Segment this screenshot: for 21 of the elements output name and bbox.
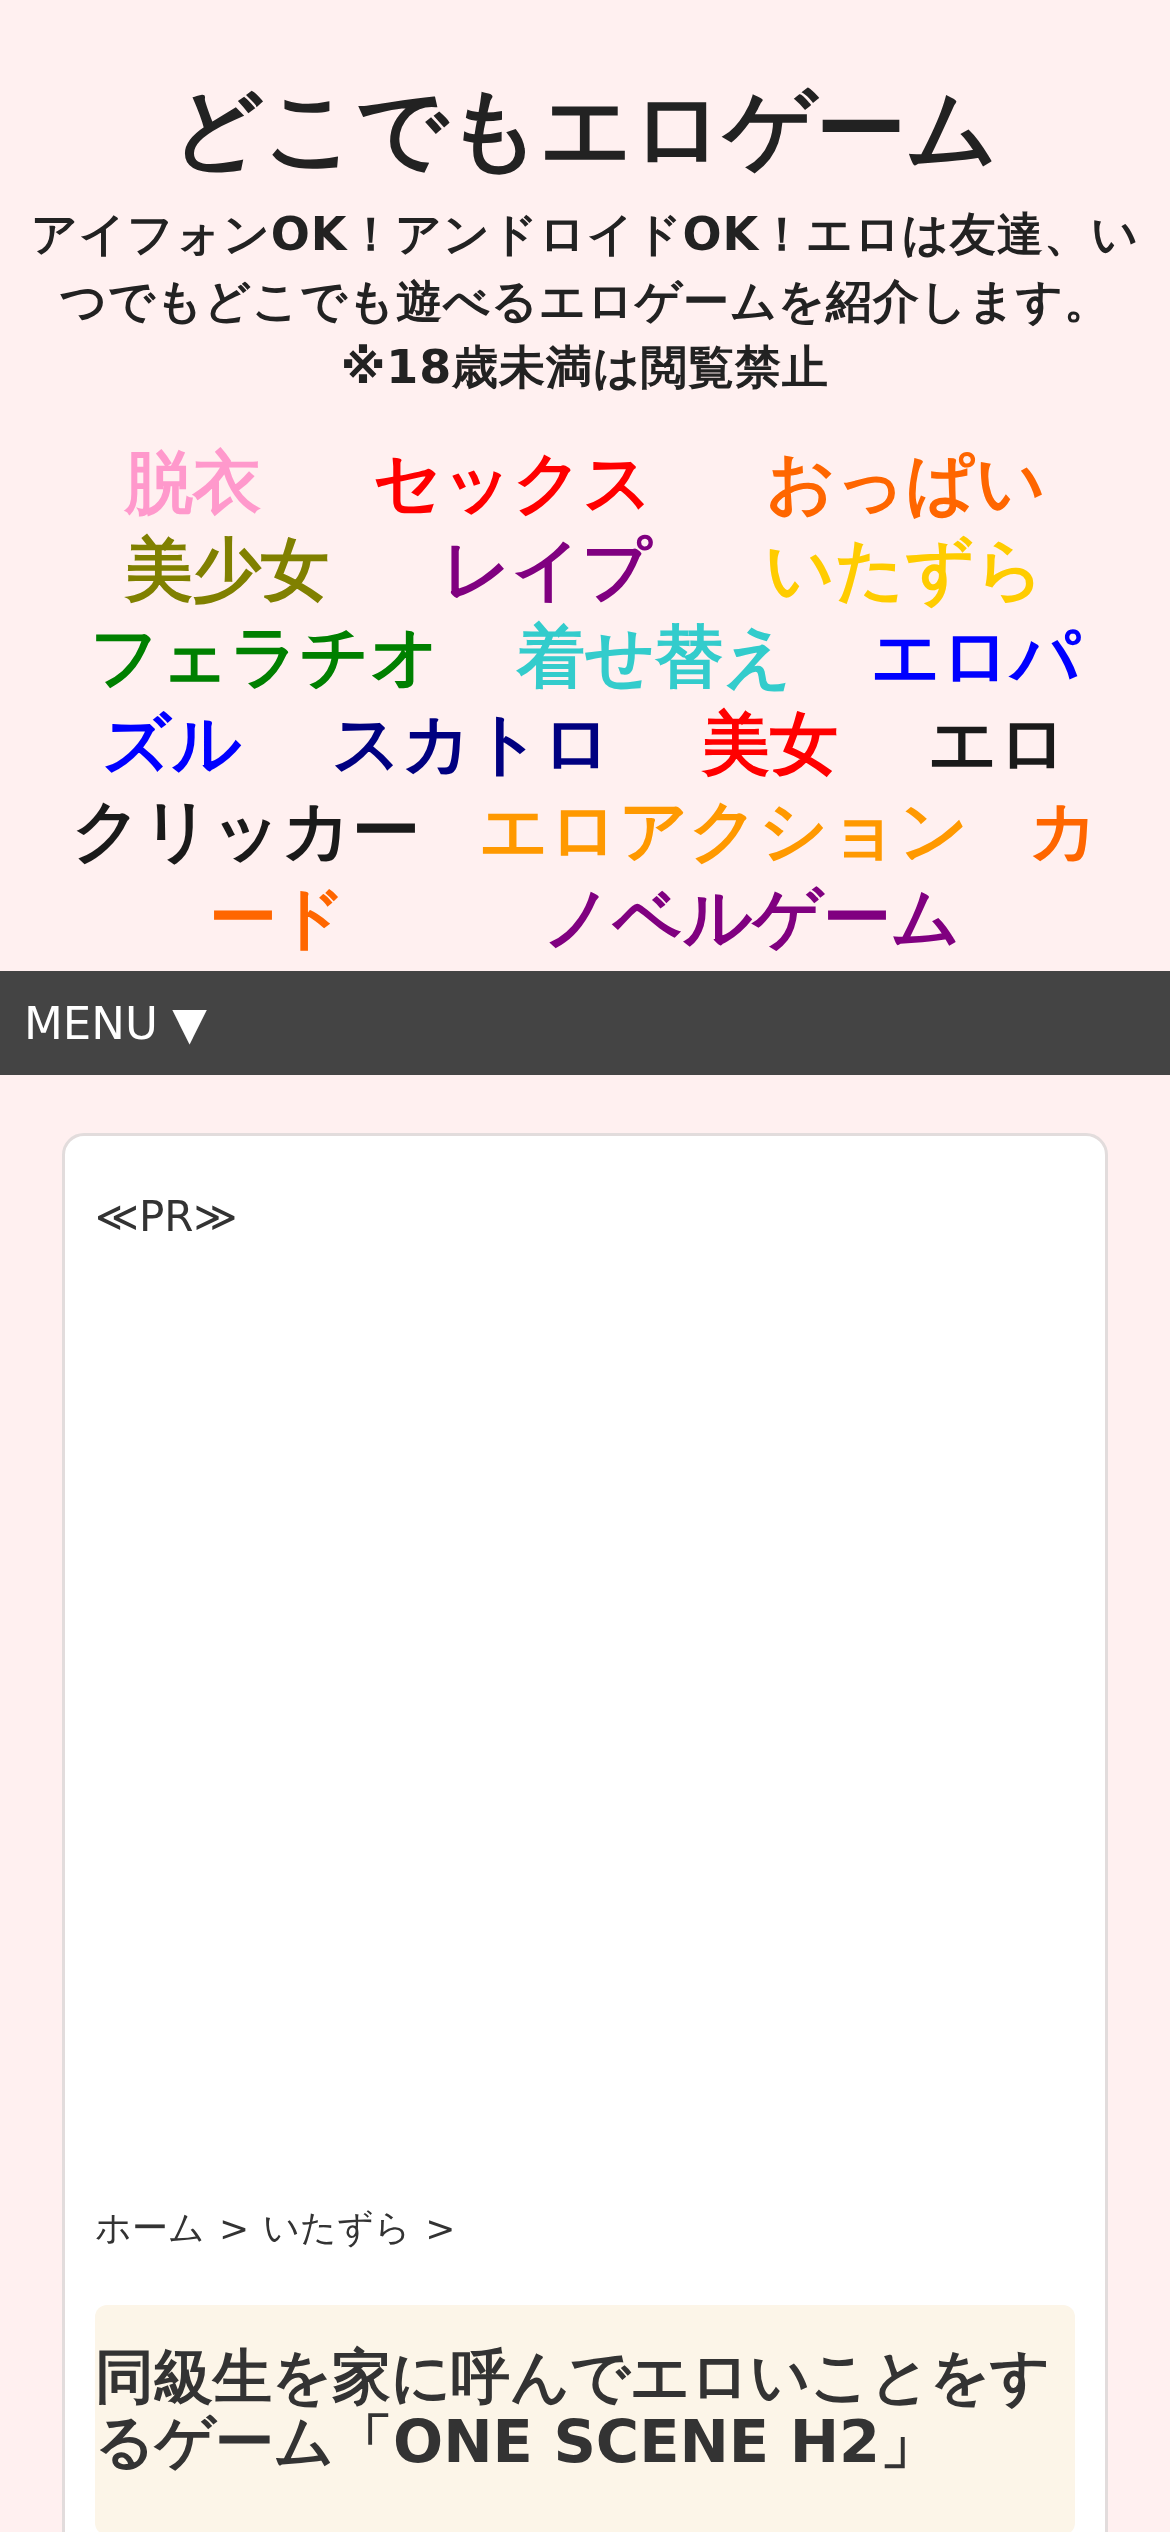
category-tag[interactable]: セックス — [373, 439, 653, 527]
category-tag[interactable]: クリッカー — [71, 787, 420, 875]
breadcrumb-separator: > — [425, 2208, 456, 2250]
category-tag[interactable]: 美少女 — [125, 526, 329, 614]
menu-label[interactable]: MENU ▼ — [24, 996, 207, 1050]
pr-label: ≪PR≫ — [95, 1192, 238, 1242]
site-tagline: アイフォンOK！アンドロイドOK！エロは友達、いつでもどこでも遊べるエロゲームを紹介します。※18歳未満は閲覧禁止 — [29, 206, 1141, 397]
breadcrumb-separator: > — [219, 2208, 250, 2250]
category-tag[interactable]: エロ — [928, 700, 1068, 788]
category-tag[interactable]: スカトロ — [332, 700, 612, 788]
category-tag[interactable]: ズル — [102, 700, 242, 788]
category-tag[interactable]: エロパ — [870, 613, 1081, 701]
site-title[interactable]: どこでもエロゲーム — [8, 70, 1162, 187]
menu-bar[interactable]: MENU ▼ — [0, 971, 1170, 1076]
category-tag[interactable]: フェラチオ — [89, 613, 440, 701]
category-tag[interactable]: レイプ — [442, 526, 652, 614]
category-tag[interactable]: 美女 — [702, 700, 838, 788]
article-title: 同級生を家に呼んでエロいことをするゲーム「ONE SCENE H2」 — [95, 2345, 1051, 2475]
breadcrumb-link[interactable]: ホーム — [95, 2204, 205, 2254]
breadcrumb-link[interactable]: いたずら — [263, 2204, 412, 2254]
category-tag[interactable]: ノベルゲーム — [543, 874, 962, 962]
